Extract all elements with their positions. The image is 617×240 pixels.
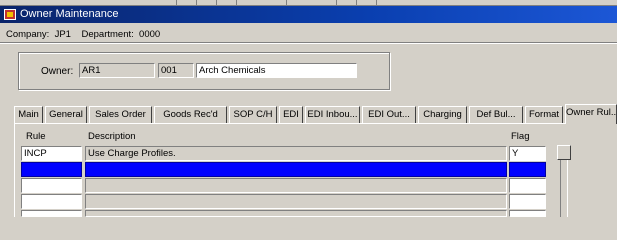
owner-code-field[interactable]: AR1 (79, 63, 155, 78)
tab-sales-order[interactable]: Sales Order (89, 106, 152, 123)
tab-edi-outbound[interactable]: EDI Out... (362, 106, 416, 123)
rule-cell[interactable]: INCP (21, 146, 82, 161)
column-header-flag: Flag (511, 131, 530, 142)
tab-strip: Main General Sales Order Goods Rec'd SOP… (14, 104, 617, 124)
flag-cell[interactable] (509, 210, 546, 217)
tab-edi-inbound[interactable]: EDI Inbou... (305, 106, 360, 123)
scroll-up-button[interactable] (557, 145, 571, 160)
owner-name-field[interactable]: Arch Chemicals (196, 63, 357, 78)
owner-group-box: Owner: AR1 001 Arch Chemicals (18, 52, 390, 90)
tab-sop-ch[interactable]: SOP C/H (229, 106, 277, 123)
column-header-description: Description (88, 131, 136, 142)
description-cell[interactable] (85, 194, 507, 209)
description-cell-selected[interactable] (85, 162, 507, 177)
rule-cell[interactable] (21, 194, 82, 209)
scrollbar-track[interactable] (560, 160, 568, 217)
tab-general[interactable]: General (45, 106, 87, 123)
tab-charging[interactable]: Charging (418, 106, 467, 123)
separator (0, 42, 617, 44)
rule-cell-selected[interactable] (21, 162, 82, 177)
window-title: Owner Maintenance (20, 8, 119, 20)
tab-edi[interactable]: EDI (279, 106, 303, 123)
owner-subcode-field[interactable]: 001 (158, 63, 194, 78)
rule-cell[interactable] (21, 210, 82, 217)
window-titlebar[interactable]: Owner Maintenance (0, 6, 617, 23)
column-header-rule: Rule (26, 131, 46, 142)
tab-owner-rules[interactable]: Owner Rul... (565, 104, 617, 124)
flag-cell[interactable] (509, 178, 546, 193)
description-cell[interactable] (85, 178, 507, 193)
flag-cell[interactable] (509, 194, 546, 209)
tab-main[interactable]: Main (14, 106, 43, 123)
owner-label: Owner: (41, 66, 74, 77)
app-icon[interactable] (4, 9, 16, 20)
flag-cell[interactable]: Y (509, 146, 546, 161)
description-cell[interactable]: Use Charge Profiles. (85, 146, 507, 161)
tab-def-bul[interactable]: Def Bul... (469, 106, 523, 123)
tab-format[interactable]: Format (525, 106, 563, 123)
tab-goods-recd[interactable]: Goods Rec'd (154, 106, 227, 123)
description-cell[interactable] (85, 210, 507, 217)
flag-cell-selected[interactable] (509, 162, 546, 177)
rule-cell[interactable] (21, 178, 82, 193)
company-department-label: Company: JP1 Department: 0000 (6, 29, 161, 40)
